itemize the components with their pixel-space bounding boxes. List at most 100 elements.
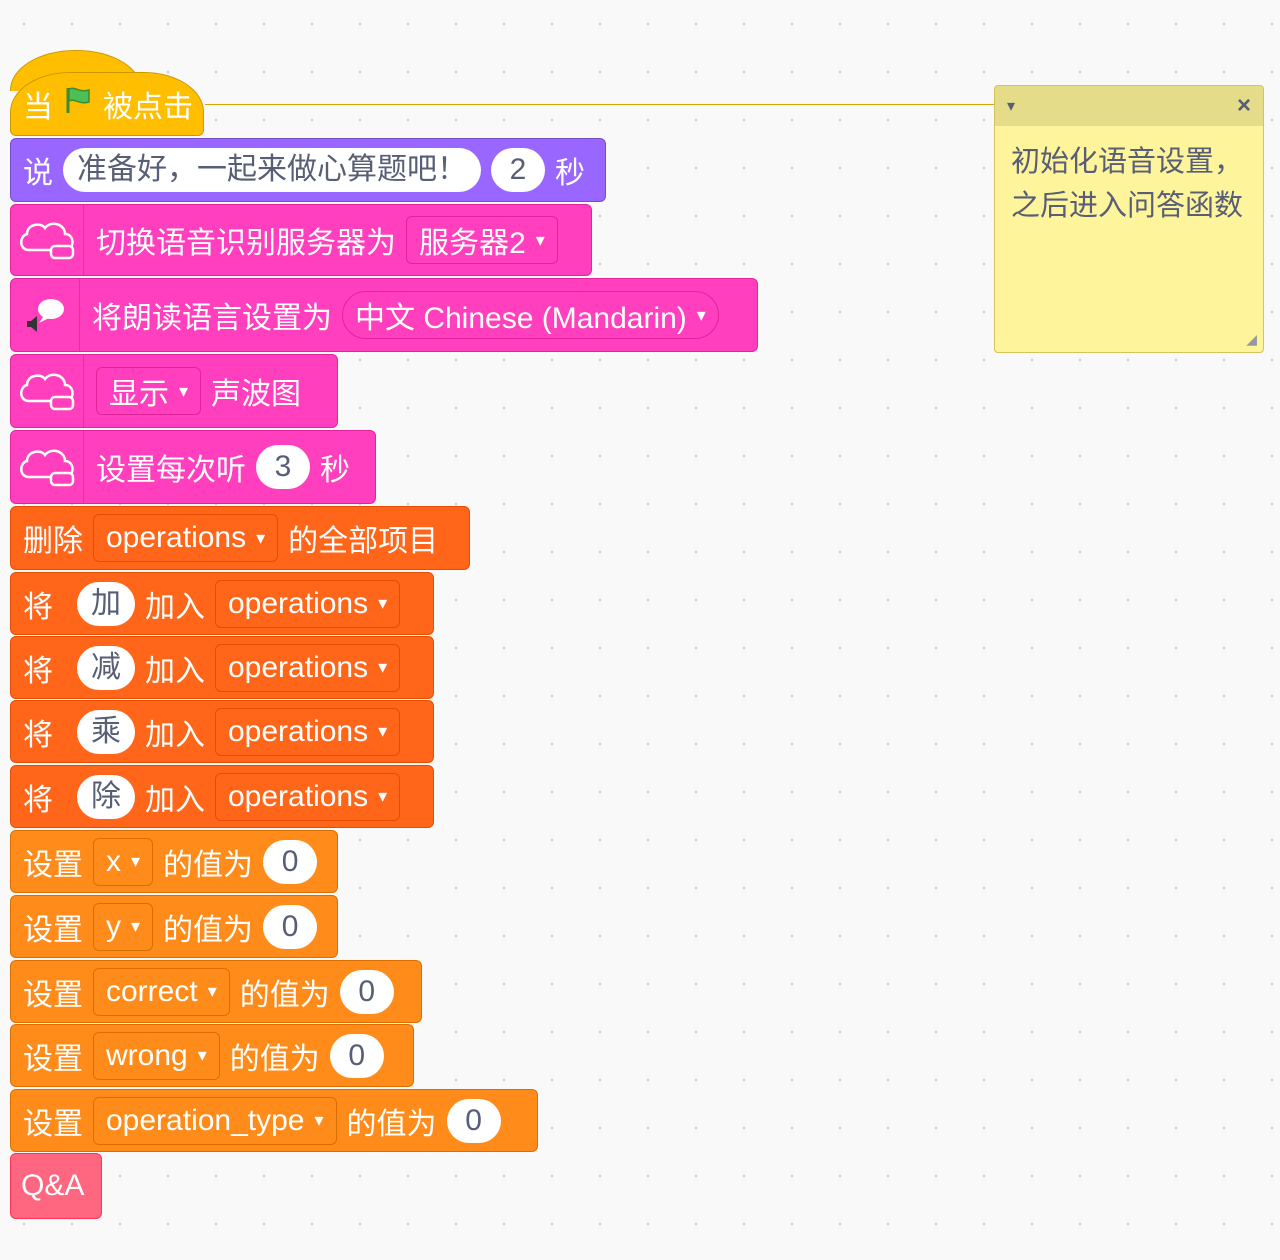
- say-seconds-input[interactable]: 2: [491, 148, 545, 192]
- list-dropdown[interactable]: operations ▾: [215, 707, 401, 756]
- set-listen-time-block[interactable]: 设置每次听 3 秒: [10, 430, 376, 504]
- listen-seconds-input[interactable]: 3: [256, 445, 310, 489]
- chevron-down-icon: ▾: [535, 229, 545, 250]
- qa-custom-block[interactable]: Q&A: [10, 1153, 102, 1219]
- all-items-label: 的全部项目: [288, 525, 439, 558]
- variable-name: x: [106, 844, 121, 878]
- add-to-label: 加入: [145, 718, 205, 752]
- seconds-unit-label: 秒: [555, 157, 585, 190]
- show-waveform-block[interactable]: 显示 ▾ 声波图: [10, 354, 338, 428]
- variable-dropdown[interactable]: y ▾: [93, 902, 154, 951]
- value-to-label: 的值为: [163, 848, 254, 882]
- set-tts-language-block[interactable]: 将朗读语言设置为 中文 Chinese (Mandarin) ▾: [10, 278, 758, 352]
- set-language-label: 将朗读语言设置为: [92, 302, 332, 335]
- clicked-label: 被点击: [103, 91, 193, 124]
- chevron-down-icon: ▾: [256, 527, 266, 548]
- resize-handle-icon[interactable]: ◢: [1246, 331, 1257, 348]
- when-flag-clicked-block[interactable]: 当 被点击: [10, 72, 204, 136]
- list-dropdown[interactable]: operations ▾: [93, 514, 279, 562]
- chevron-down-icon: ▾: [207, 981, 217, 1001]
- add-to-list-block[interactable]: 将 乘 加入 operations ▾: [10, 700, 434, 763]
- set-label: 设置: [23, 913, 83, 947]
- show-mode-value: 显示: [109, 378, 169, 411]
- variable-dropdown[interactable]: operation_type ▾: [93, 1096, 337, 1145]
- add-to-list-block[interactable]: 将 除 加入 operations ▾: [10, 765, 434, 828]
- variable-name: correct: [106, 974, 198, 1008]
- item-input[interactable]: 除: [77, 774, 135, 819]
- list-name: operations: [228, 650, 369, 684]
- set-label: 设置: [23, 978, 83, 1012]
- variable-dropdown[interactable]: x ▾: [93, 837, 154, 886]
- list-dropdown[interactable]: operations ▾: [215, 643, 401, 692]
- chevron-down-icon: ▾: [314, 1110, 324, 1130]
- add-to-label: 加入: [145, 590, 205, 624]
- add-to-list-block[interactable]: 将 加 加入 operations ▾: [10, 572, 434, 635]
- server-value: 服务器2: [419, 227, 526, 260]
- note-text[interactable]: 初始化语音设置， 之后进入问答函数: [995, 126, 1263, 242]
- value-to-label: 的值为: [163, 913, 254, 947]
- qa-label: Q&A: [21, 1169, 85, 1202]
- add-to-label: 加入: [145, 654, 205, 688]
- value-input[interactable]: 0: [329, 1033, 384, 1078]
- language-value: 中文 Chinese (Mandarin): [355, 302, 687, 335]
- chevron-down-icon: ▾: [179, 380, 189, 401]
- variable-dropdown[interactable]: correct ▾: [93, 967, 230, 1016]
- set-label: 设置: [23, 1107, 83, 1141]
- list-dropdown[interactable]: operations ▾: [215, 579, 401, 628]
- set-label: 设置: [23, 848, 83, 882]
- set-variable-block[interactable]: 设置 wrong ▾ 的值为 0: [10, 1024, 414, 1087]
- list-dropdown[interactable]: operations ▾: [215, 772, 401, 821]
- set-variable-block[interactable]: 设置 x ▾ 的值为 0: [10, 830, 338, 893]
- add-to-label: 加入: [145, 783, 205, 817]
- chevron-down-icon: ▾: [696, 304, 706, 325]
- item-input[interactable]: 乘: [77, 709, 135, 754]
- set-variable-block[interactable]: 设置 y ▾ 的值为 0: [10, 895, 338, 958]
- set-variable-block[interactable]: 设置 operation_type ▾ 的值为 0: [10, 1089, 538, 1152]
- add-to-list-block[interactable]: 将 减 加入 operations ▾: [10, 636, 434, 699]
- list-name: operations: [228, 714, 369, 748]
- close-icon[interactable]: ×: [1237, 92, 1251, 120]
- chevron-down-icon: ▾: [378, 593, 388, 613]
- chevron-down-icon: ▾: [378, 721, 388, 741]
- delete-label: 删除: [23, 525, 83, 558]
- delete-all-of-list-block[interactable]: 删除 operations ▾ 的全部项目: [10, 506, 470, 570]
- item-input[interactable]: 减: [77, 645, 135, 690]
- add-prefix-label: 将: [23, 590, 53, 624]
- variable-dropdown[interactable]: wrong ▾: [93, 1031, 220, 1080]
- server-dropdown[interactable]: 服务器2 ▾: [406, 216, 558, 264]
- add-prefix-label: 将: [23, 718, 53, 752]
- set-variable-block[interactable]: 设置 correct ▾ 的值为 0: [10, 960, 422, 1023]
- switch-server-label: 切换语音识别服务器为: [96, 227, 396, 260]
- variable-name: y: [106, 909, 121, 943]
- set-label: 设置: [23, 1042, 83, 1076]
- list-name: operations: [106, 521, 247, 554]
- value-to-label: 的值为: [239, 978, 330, 1012]
- value-input[interactable]: 0: [339, 969, 394, 1014]
- speech-recognition-icon: [11, 205, 84, 275]
- comment-note[interactable]: ▾ × 初始化语音设置， 之后进入问答函数 ◢: [994, 85, 1264, 353]
- value-input[interactable]: 0: [263, 904, 318, 949]
- waveform-label: 声波图: [211, 378, 302, 411]
- chevron-down-icon: ▾: [131, 916, 141, 936]
- say-label: 说: [23, 157, 53, 190]
- language-dropdown[interactable]: 中文 Chinese (Mandarin) ▾: [342, 291, 719, 339]
- speech-recognition-icon: [11, 431, 84, 503]
- when-label: 当: [23, 91, 53, 124]
- note-header[interactable]: ▾ ×: [995, 86, 1263, 126]
- chevron-down-icon: ▾: [197, 1045, 207, 1065]
- value-input[interactable]: 0: [446, 1098, 501, 1143]
- caret-down-icon[interactable]: ▾: [1007, 96, 1015, 116]
- say-message-input[interactable]: 准备好，一起来做心算题吧！: [63, 148, 481, 192]
- add-prefix-label: 将: [23, 654, 53, 688]
- show-mode-dropdown[interactable]: 显示 ▾: [96, 367, 202, 415]
- value-to-label: 的值为: [346, 1107, 437, 1141]
- listen-time-label: 设置每次听: [96, 454, 246, 487]
- comment-connector-line: [205, 104, 995, 105]
- say-for-seconds-block[interactable]: 说 准备好，一起来做心算题吧！ 2 秒: [10, 138, 606, 202]
- variable-name: wrong: [106, 1038, 188, 1072]
- variable-name: operation_type: [106, 1103, 305, 1137]
- value-to-label: 的值为: [229, 1042, 320, 1076]
- switch-speech-server-block[interactable]: 切换语音识别服务器为 服务器2 ▾: [10, 204, 592, 276]
- value-input[interactable]: 0: [263, 839, 318, 884]
- item-input[interactable]: 加: [77, 581, 135, 626]
